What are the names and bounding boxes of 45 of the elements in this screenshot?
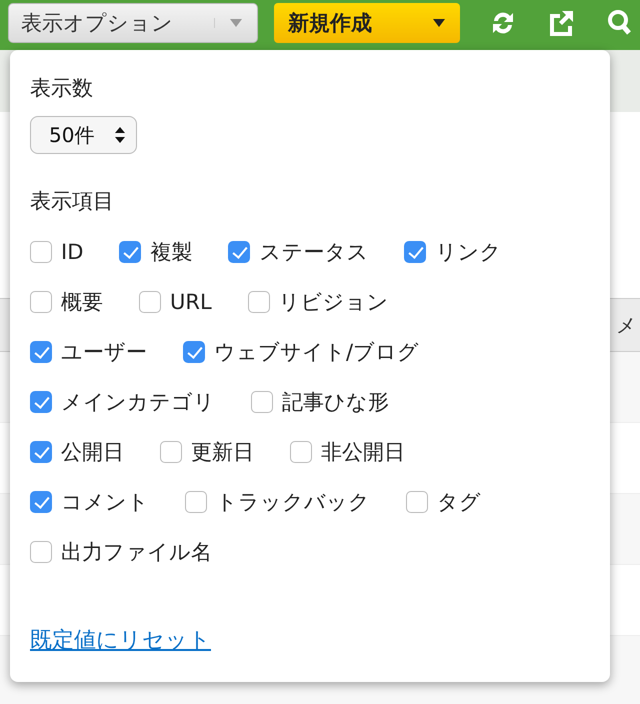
checkbox[interactable] bbox=[30, 441, 52, 463]
reset-link[interactable]: 既定値にリセット bbox=[30, 625, 211, 655]
checkbox-label: 概要 bbox=[61, 289, 103, 316]
checkbox-label: リビジョン bbox=[278, 289, 389, 316]
stepper-icon bbox=[114, 126, 126, 144]
checkbox-label: 複製 bbox=[150, 239, 192, 266]
checkbox-label: ユーザー bbox=[61, 339, 147, 366]
checkbox-label: ウェブサイト/ブログ bbox=[214, 339, 420, 366]
checkbox[interactable] bbox=[404, 241, 426, 263]
checkbox-label: 出力ファイル名 bbox=[61, 539, 212, 566]
checkbox-label: 更新日 bbox=[191, 439, 254, 466]
checkbox-label: 公開日 bbox=[61, 439, 124, 466]
caret-icon bbox=[432, 18, 446, 28]
checkbox[interactable] bbox=[30, 541, 52, 563]
count-select[interactable]: 50件 bbox=[30, 116, 138, 154]
checkbox-label: トラックバック bbox=[216, 489, 370, 516]
checkbox-label: コメント bbox=[61, 489, 149, 516]
checkbox[interactable] bbox=[30, 391, 52, 413]
section-label: 表示数 bbox=[30, 75, 94, 102]
checkbox[interactable] bbox=[228, 241, 250, 263]
checkbox-label: メインカテゴリ bbox=[61, 389, 215, 416]
checkbox[interactable] bbox=[160, 441, 182, 463]
checkbox-label: ID bbox=[61, 240, 84, 264]
column-header: メ bbox=[616, 312, 637, 338]
checkbox[interactable] bbox=[30, 291, 52, 313]
checkbox[interactable] bbox=[30, 241, 52, 263]
checkbox[interactable] bbox=[290, 441, 312, 463]
checkbox[interactable] bbox=[30, 491, 52, 513]
new-button[interactable]: 新規作成 bbox=[274, 3, 460, 43]
checkbox[interactable] bbox=[248, 291, 270, 313]
checkbox-label: タグ bbox=[437, 489, 481, 516]
display-options-button[interactable]: 表示オプション bbox=[8, 3, 258, 43]
checkbox-label: 記事ひな形 bbox=[282, 389, 389, 416]
checkbox[interactable] bbox=[183, 341, 205, 363]
checkbox[interactable] bbox=[139, 291, 161, 313]
checkbox[interactable] bbox=[251, 391, 273, 413]
checkbox[interactable] bbox=[30, 341, 52, 363]
checkbox-label: リンク bbox=[435, 239, 502, 266]
checkbox-label: ステータス bbox=[259, 239, 368, 266]
checkbox[interactable] bbox=[185, 491, 207, 513]
section-label: 表示項目 bbox=[30, 188, 115, 215]
checkbox[interactable] bbox=[119, 241, 142, 263]
checkbox-label: 非公開日 bbox=[321, 439, 405, 466]
checkbox[interactable] bbox=[406, 491, 428, 513]
checkbox-label: URL bbox=[170, 290, 212, 314]
